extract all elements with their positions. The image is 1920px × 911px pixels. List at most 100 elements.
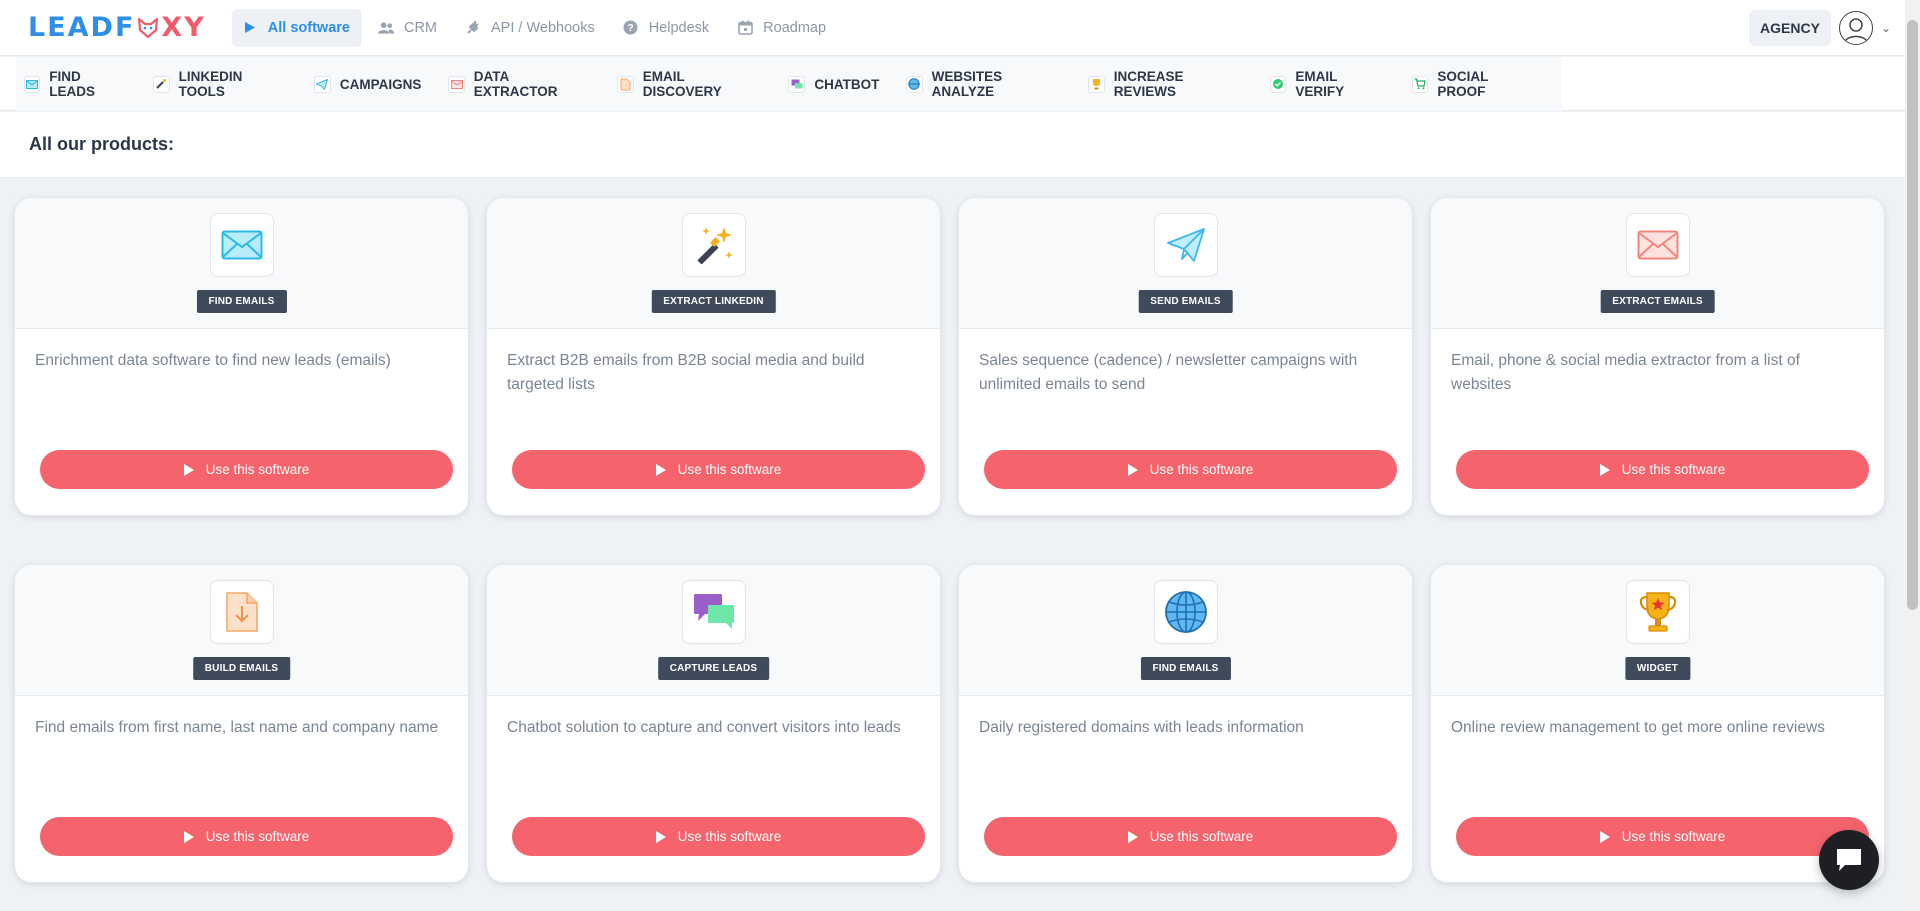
cart-icon: [1412, 75, 1429, 93]
play-icon: [655, 830, 666, 843]
use-software-button[interactable]: Use this software: [1456, 450, 1869, 489]
category-badge: EXTRACT EMAILS: [1600, 290, 1715, 313]
product-tab-label: CHATBOT: [814, 76, 880, 92]
button-label: Use this software: [205, 462, 310, 477]
product-tab-label: DATA EXTRACTOR: [473, 69, 558, 99]
envelope-red-icon: [1625, 213, 1690, 277]
card-description: Find emails from first name, last name a…: [35, 719, 439, 736]
nav-label: All software: [267, 19, 350, 36]
product-card: FIND EMAILS Daily registered domains with…: [959, 565, 1412, 882]
product-tab-websites-analyze[interactable]: WEBSITES ANALYZE: [906, 69, 1061, 99]
nav-all-software[interactable]: All software: [231, 8, 362, 47]
top-header: LEADF XY All software CRM API / Webhooks…: [0, 0, 1905, 56]
plug-icon: [465, 20, 481, 36]
envelope-red-icon: [448, 75, 465, 93]
card-header: CAPTURE LEADS: [487, 565, 940, 696]
paper-plane-icon: [313, 75, 331, 93]
leadfoxy-logo[interactable]: LEADF XY: [28, 12, 206, 43]
globe-icon: [906, 75, 923, 93]
chat-widget-button[interactable]: [1819, 830, 1879, 890]
product-tab-label: EMAIL VERIFY: [1295, 69, 1345, 99]
nav-helpdesk[interactable]: ? Helpdesk: [613, 9, 721, 47]
use-software-button[interactable]: Use this software: [40, 817, 453, 856]
scrollbar-thumb[interactable]: [1907, 20, 1918, 610]
card-header: EXTRACT LINKEDIN: [487, 198, 940, 329]
card-description: Chatbot solution to capture and convert …: [507, 719, 901, 736]
play-icon: [655, 463, 666, 476]
button-label: Use this software: [1149, 829, 1254, 844]
globe-icon: [1153, 580, 1218, 644]
email-icon: [24, 75, 41, 93]
products-bar: FIND LEADS LINKEDIN TOOLS CAMPAIGNS DATA EX…: [0, 57, 1905, 111]
magic-wand-icon: [153, 75, 170, 93]
nav-crm[interactable]: CRM: [368, 9, 449, 47]
product-tab-label: FIND LEADS: [49, 69, 96, 99]
category-badge: EXTRACT LINKEDIN: [651, 290, 776, 313]
product-tab-social-proof[interactable]: SOCIAL PROOF: [1412, 69, 1535, 99]
play-icon: [183, 830, 194, 843]
chevron-down-icon[interactable]: ⌄: [1881, 21, 1891, 35]
trophy-icon: [1088, 75, 1105, 93]
product-tab-label: EMAIL DISCOVERY: [642, 69, 722, 99]
button-label: Use this software: [1621, 462, 1726, 477]
product-tab-email-discovery[interactable]: EMAIL DISCOVERY: [617, 69, 761, 99]
category-badge: SEND EMAILS: [1138, 290, 1233, 313]
product-tab-data-extractor[interactable]: DATA EXTRACTOR: [448, 69, 590, 99]
card-description: Email, phone & social media extractor fr…: [1451, 352, 1800, 393]
nav-api-webhooks[interactable]: API / Webhooks: [455, 9, 607, 47]
nav-label: API / Webhooks: [491, 19, 595, 36]
card-description: Sales sequence (cadence) / newsletter ca…: [979, 352, 1358, 393]
top-nav: All software CRM API / Webhooks ? Helpde…: [231, 8, 838, 47]
avatar[interactable]: [1838, 10, 1873, 45]
agency-plan-button[interactable]: AGENCY: [1749, 9, 1831, 46]
product-tab-increase-reviews[interactable]: INCREASE REVIEWS: [1088, 69, 1243, 99]
card-description: Extract B2B emails from B2B social media…: [507, 352, 865, 393]
question-icon: ?: [623, 20, 639, 36]
product-tab-campaigns[interactable]: CAMPAIGNS: [313, 75, 422, 93]
product-tab-label: CAMPAIGNS: [339, 76, 422, 92]
chat-bubbles-icon: [681, 580, 746, 644]
product-card: WIDGET Online review management to get mo…: [1431, 565, 1884, 882]
svg-text:?: ?: [628, 23, 634, 34]
file-download-icon: [209, 580, 274, 644]
product-tab-email-verify[interactable]: EMAIL VERIFY: [1270, 69, 1385, 99]
card-description: Daily registered domains with leads info…: [979, 719, 1304, 736]
nav-roadmap[interactable]: Roadmap: [727, 9, 838, 47]
card-header: BUILD EMAILS: [15, 565, 468, 696]
product-tab-label: WEBSITES ANALYZE: [931, 69, 1003, 99]
use-software-button[interactable]: Use this software: [984, 450, 1397, 489]
play-icon: [242, 20, 258, 36]
category-badge: CAPTURE LEADS: [657, 657, 770, 680]
product-tab-label: INCREASE REVIEWS: [1113, 69, 1184, 99]
file-icon: [617, 75, 634, 93]
use-software-button[interactable]: Use this software: [512, 817, 925, 856]
product-card: CAPTURE LEADS Chatbot solution to capture…: [487, 565, 940, 882]
button-label: Use this software: [677, 829, 782, 844]
use-software-button[interactable]: Use this software: [984, 817, 1397, 856]
account-area: AGENCY ⌄: [1749, 9, 1891, 46]
use-software-button[interactable]: Use this software: [512, 450, 925, 489]
card-header: FIND EMAILS: [15, 198, 468, 329]
button-label: Use this software: [1621, 829, 1726, 844]
play-icon: [183, 463, 194, 476]
use-software-button[interactable]: Use this software: [40, 450, 453, 489]
users-icon: [377, 20, 394, 36]
fox-logo-icon: [136, 16, 160, 40]
card-header: WIDGET: [1431, 565, 1884, 696]
card-description: Online review management to get more onl…: [1451, 719, 1825, 736]
use-software-button[interactable]: Use this software: [1456, 817, 1869, 856]
play-icon: [1599, 830, 1610, 843]
products-grid: FIND EMAILS Enrichment data software to f…: [15, 198, 1887, 882]
play-icon: [1127, 463, 1138, 476]
products-section-header: All our products:: [0, 112, 1905, 178]
product-card: EXTRACT LINKEDIN Extract B2B emails from …: [487, 198, 940, 515]
chat-icon: [788, 75, 806, 93]
button-label: Use this software: [677, 462, 782, 477]
product-tab-chatbot[interactable]: CHATBOT: [788, 75, 880, 93]
product-tab-linkedin-tools[interactable]: LINKEDIN TOOLS: [153, 69, 287, 99]
product-tab-label: SOCIAL PROOF: [1437, 69, 1489, 99]
product-card: FIND EMAILS Enrichment data software to f…: [15, 198, 468, 515]
category-badge: FIND EMAILS: [196, 290, 287, 313]
play-icon: [1599, 463, 1610, 476]
product-tab-find-leads[interactable]: FIND LEADS: [24, 69, 126, 99]
